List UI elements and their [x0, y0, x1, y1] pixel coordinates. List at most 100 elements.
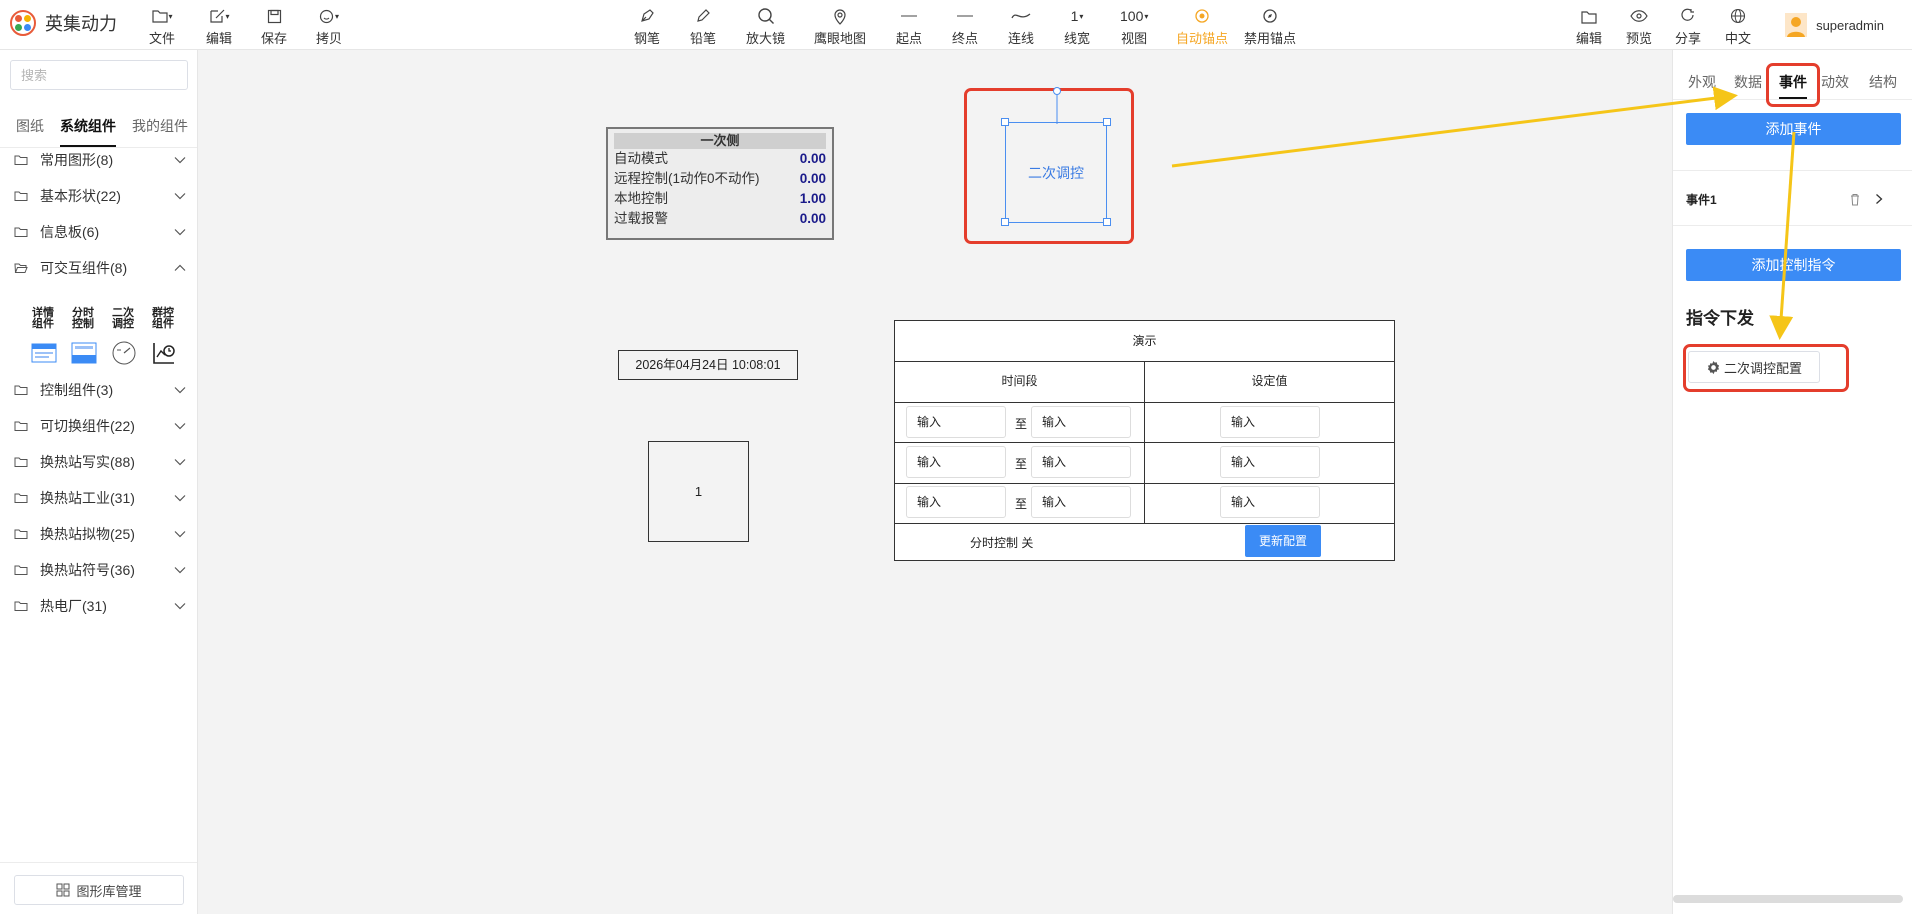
add-command-button[interactable]: 添加控制指令 [1686, 249, 1901, 281]
text-box[interactable]: 1 [648, 441, 749, 542]
chevron-down-icon[interactable] [174, 156, 186, 164]
category-item[interactable]: 热电厂(31) [14, 594, 186, 618]
category-item[interactable]: 可切换组件(22) [14, 414, 186, 438]
start-point-tool[interactable]: 起点 [896, 6, 922, 47]
time-control-icon [71, 342, 97, 364]
tab-system-components[interactable]: 系统组件 [60, 116, 116, 136]
category-item[interactable]: 信息板(6) [14, 220, 186, 244]
category-item[interactable]: 控制组件(3) [14, 378, 186, 402]
start-time-input[interactable]: 输入 [906, 446, 1006, 478]
copy-menu[interactable]: ▾ 拷贝 [316, 6, 342, 47]
chevron-down-icon[interactable] [174, 602, 186, 610]
chevron-down-icon[interactable] [174, 566, 186, 574]
resize-handle[interactable] [1103, 218, 1111, 226]
info-panel-primary-side[interactable]: 一次侧 自动模式 0.00 远程控制(1动作0不动作) 0.00 本地控制 1.00 … [606, 127, 834, 240]
pencil-tool[interactable]: 铅笔 [690, 6, 716, 47]
edit-mode-button[interactable]: 编辑 [1576, 6, 1602, 47]
resize-handle[interactable] [1001, 218, 1009, 226]
library-manage-button[interactable]: 图形库管理 [14, 875, 184, 905]
component-secondary-control[interactable]: 二次 调控 [108, 308, 138, 369]
time-control-table[interactable]: 演示 时间段 设定值 输入 至 输入 输入 输入 至 输入 输入 输入 至 输入… [894, 320, 1395, 561]
panel-row: 过载报警 0.00 [614, 211, 826, 226]
chevron-down-icon[interactable] [174, 192, 186, 200]
end-point-tool[interactable]: 终点 [952, 6, 978, 47]
chart-clock-icon [153, 343, 175, 364]
chevron-right-icon[interactable] [1875, 193, 1883, 205]
update-config-button[interactable]: 更新配置 [1245, 525, 1321, 557]
chevron-down-icon[interactable] [174, 228, 186, 236]
tab-my-components[interactable]: 我的组件 [132, 116, 188, 136]
folder-icon [14, 493, 28, 503]
column-header-value: 设定值 [1251, 374, 1288, 388]
magnifier-tool[interactable]: 放大镜 [746, 6, 785, 47]
trash-icon[interactable] [1849, 193, 1861, 206]
tab-appearance[interactable]: 外观 [1688, 72, 1716, 92]
category-item[interactable]: 换热站拟物(25) [14, 522, 186, 546]
event-item[interactable]: 事件1 [1673, 170, 1912, 226]
chevron-down-icon[interactable] [174, 386, 186, 394]
category-label: 换热站符号(36) [40, 562, 135, 578]
component-group-control[interactable]: 群控 组件 [148, 308, 178, 369]
category-label: 可切换组件(22) [40, 418, 135, 434]
start-time-input[interactable]: 输入 [906, 486, 1006, 518]
horizontal-scrollbar[interactable] [1673, 895, 1903, 903]
share-button[interactable]: 分享 [1675, 6, 1701, 47]
setpoint-input[interactable]: 输入 [1220, 446, 1320, 478]
category-item[interactable]: 可交互组件(8) [14, 256, 186, 280]
gauge-icon [112, 341, 136, 365]
resize-handle[interactable] [1103, 118, 1111, 126]
connector-tool[interactable]: 连线 [1008, 6, 1034, 47]
resize-handle[interactable] [1001, 118, 1009, 126]
edit-icon [209, 9, 224, 23]
save-button[interactable]: 保存 [261, 6, 287, 47]
tab-data[interactable]: 数据 [1734, 72, 1762, 92]
folder-icon [14, 529, 28, 539]
end-time-input[interactable]: 输入 [1031, 446, 1131, 478]
column-header-time: 时间段 [1001, 374, 1038, 388]
language-menu[interactable]: 中文 [1725, 6, 1751, 47]
setpoint-input[interactable]: 输入 [1220, 486, 1320, 518]
end-time-input[interactable]: 输入 [1031, 486, 1131, 518]
pen-tool[interactable]: 钢笔 [634, 6, 660, 47]
chevron-up-icon[interactable] [174, 264, 186, 272]
chevron-down-icon[interactable] [174, 458, 186, 466]
component-time-control[interactable]: 分时 控制 [68, 308, 98, 369]
eagle-map-tool[interactable]: 鹰眼地图 [814, 6, 866, 47]
app-logo: 英集动力 [10, 10, 117, 36]
setpoint-input[interactable]: 输入 [1220, 406, 1320, 438]
add-event-button[interactable]: 添加事件 [1686, 113, 1901, 145]
chevron-down-icon[interactable] [174, 530, 186, 538]
tab-drawings[interactable]: 图纸 [16, 116, 44, 136]
chevron-down-icon[interactable] [174, 422, 186, 430]
search-input[interactable] [10, 60, 188, 90]
user-menu[interactable]: superadmin [1785, 13, 1884, 37]
tab-structure[interactable]: 结构 [1869, 72, 1897, 92]
edit-menu[interactable]: ▾ 编辑 [206, 6, 232, 47]
line-width-menu[interactable]: 1 ▾ 线宽 [1064, 6, 1090, 47]
chevron-down-icon[interactable] [174, 494, 186, 502]
file-menu[interactable]: ▾ 文件 [149, 6, 175, 47]
folder-icon [14, 601, 28, 611]
category-item[interactable]: 换热站符号(36) [14, 558, 186, 582]
folder-icon [14, 565, 28, 575]
preview-button[interactable]: 预览 [1626, 6, 1652, 47]
grid-icon [56, 883, 70, 897]
category-item[interactable]: 换热站工业(31) [14, 486, 186, 510]
view-menu[interactable]: 100 ▾ 视图 [1120, 6, 1148, 47]
event-name: 事件1 [1686, 193, 1717, 207]
start-time-input[interactable]: 输入 [906, 406, 1006, 438]
category-label: 换热站工业(31) [40, 490, 135, 506]
selected-component[interactable]: 二次调控 [1005, 122, 1107, 223]
category-item[interactable]: 换热站写实(88) [14, 450, 186, 474]
category-item[interactable]: 基本形状(22) [14, 184, 186, 208]
auto-anchor-toggle[interactable]: 自动锚点 [1176, 6, 1228, 47]
folder-icon [14, 385, 28, 395]
datetime-display[interactable]: 2026年04月24日 10:08:01 [618, 350, 798, 380]
category-item[interactable]: 常用图形(8) [14, 148, 186, 172]
end-time-input[interactable]: 输入 [1031, 406, 1131, 438]
component-detail[interactable]: 详情 组件 [28, 308, 58, 369]
rotate-handle[interactable] [1052, 86, 1062, 124]
disable-anchor-toggle[interactable]: 禁用锚点 [1244, 6, 1296, 47]
eye-icon [1630, 10, 1648, 22]
tab-animation[interactable]: 动效 [1821, 72, 1849, 92]
